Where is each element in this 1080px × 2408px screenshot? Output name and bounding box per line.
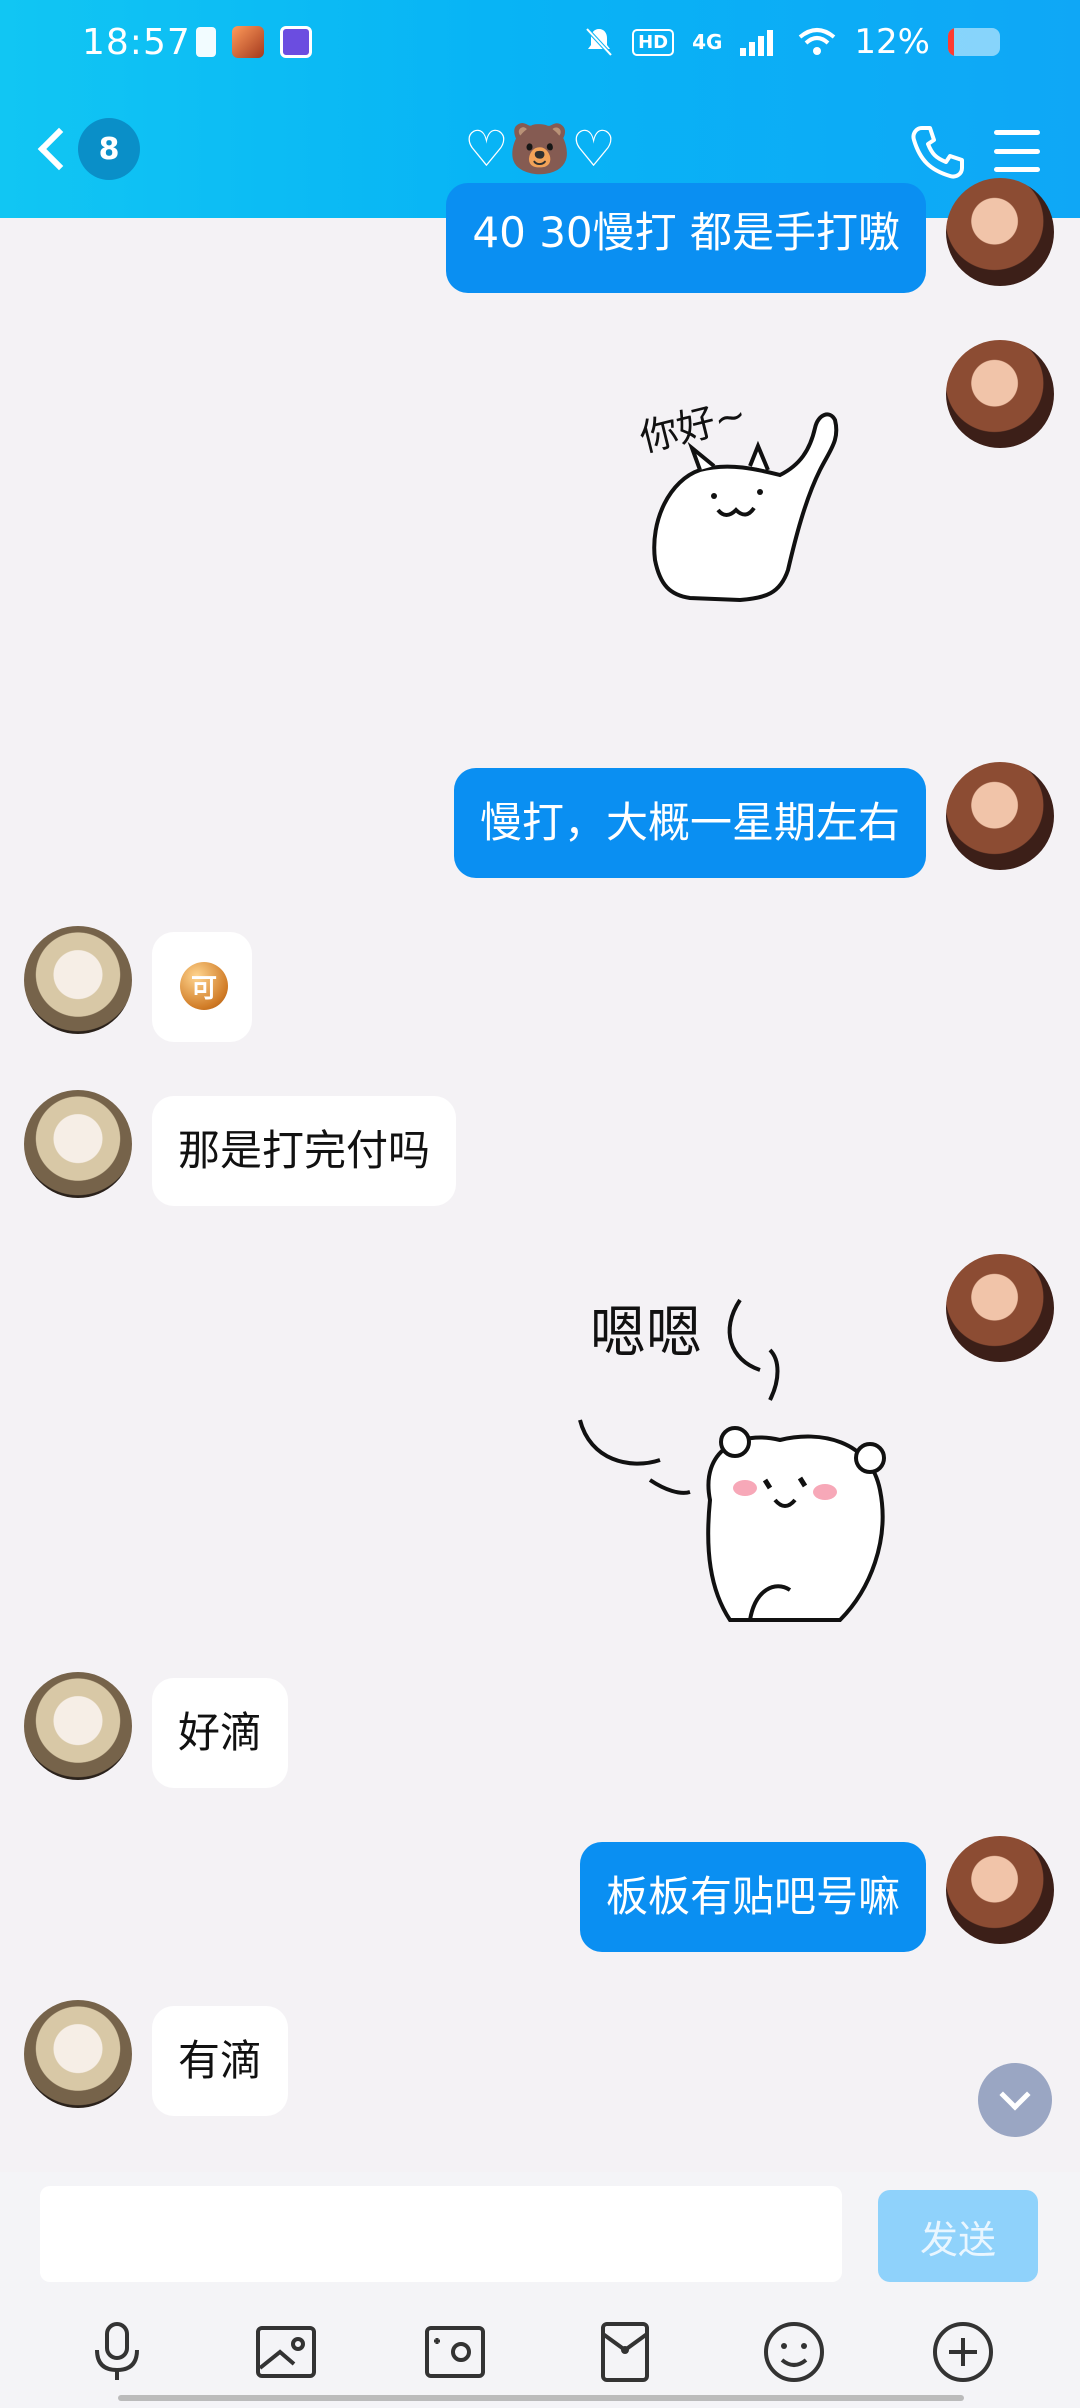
contact-avatar[interactable]: [24, 2000, 132, 2108]
message-bubble-out[interactable]: 慢打，大概一星期左右: [453, 768, 926, 878]
sticker-cat-hello[interactable]: 你好~: [630, 370, 860, 620]
wifi-icon: [799, 28, 836, 55]
signal-icon: [740, 30, 774, 56]
contact-avatar[interactable]: [24, 1090, 132, 1198]
contact-avatar[interactable]: [24, 926, 132, 1034]
storage-icon: [196, 27, 216, 57]
menu-line: [994, 148, 1040, 154]
status-time: 18:57: [82, 22, 191, 63]
plus-icon[interactable]: [925, 2314, 1001, 2390]
sticker-text: 嗯嗯: [590, 1301, 702, 1366]
emoji-icon[interactable]: [756, 2314, 832, 2390]
sticker-bear-enen[interactable]: 嗯嗯: [570, 1290, 910, 1626]
contact-avatar[interactable]: [24, 1672, 132, 1780]
red-packet-icon[interactable]: [587, 2314, 663, 2390]
emoji-ke-icon: 可: [180, 962, 228, 1010]
message-bubble-out[interactable]: 40 30慢打 都是手打嗷: [446, 183, 926, 293]
message-bubble-in[interactable]: 那是打完付吗: [152, 1096, 457, 1206]
my-avatar[interactable]: [946, 1254, 1054, 1362]
phone-icon[interactable]: [908, 122, 968, 182]
menu-line: [994, 167, 1040, 172]
message-bubble-out[interactable]: 板板有贴吧号嘛: [579, 1842, 926, 1952]
my-avatar[interactable]: [946, 1836, 1054, 1944]
message-bubble-in[interactable]: 有滴: [152, 2006, 289, 2116]
my-avatar[interactable]: [946, 340, 1054, 448]
scroll-indicator: [118, 2395, 964, 2401]
microphone-icon[interactable]: [79, 2314, 155, 2390]
mute-icon: [585, 27, 613, 57]
camera-icon[interactable]: [417, 2314, 493, 2390]
network-label: 4G: [692, 30, 723, 54]
message-input[interactable]: [40, 2186, 842, 2282]
menu-button[interactable]: [994, 130, 1040, 172]
hd-icon: HD: [632, 28, 675, 56]
status-bar: 18:57 HD 4G 12%: [0, 18, 1080, 68]
battery-icon: [948, 28, 1000, 56]
composer: 发送: [0, 2172, 1080, 2408]
status-right: HD 4G 12%: [584, 22, 1000, 62]
send-button[interactable]: 发送: [878, 2190, 1038, 2282]
message-bubble-in[interactable]: 好滴: [152, 1678, 289, 1788]
tieba-app-icon: [280, 26, 312, 58]
scroll-to-bottom-button[interactable]: [978, 2063, 1052, 2137]
my-avatar[interactable]: [946, 762, 1054, 870]
my-avatar[interactable]: [946, 178, 1054, 286]
notification-icons: [196, 26, 312, 58]
composer-toolbar: [0, 2312, 1080, 2392]
menu-line: [994, 130, 1040, 135]
game-app-icon: [232, 26, 264, 58]
battery-percent: 12%: [854, 22, 930, 62]
chevron-down-icon: [999, 2079, 1031, 2111]
image-icon[interactable]: [248, 2314, 324, 2390]
